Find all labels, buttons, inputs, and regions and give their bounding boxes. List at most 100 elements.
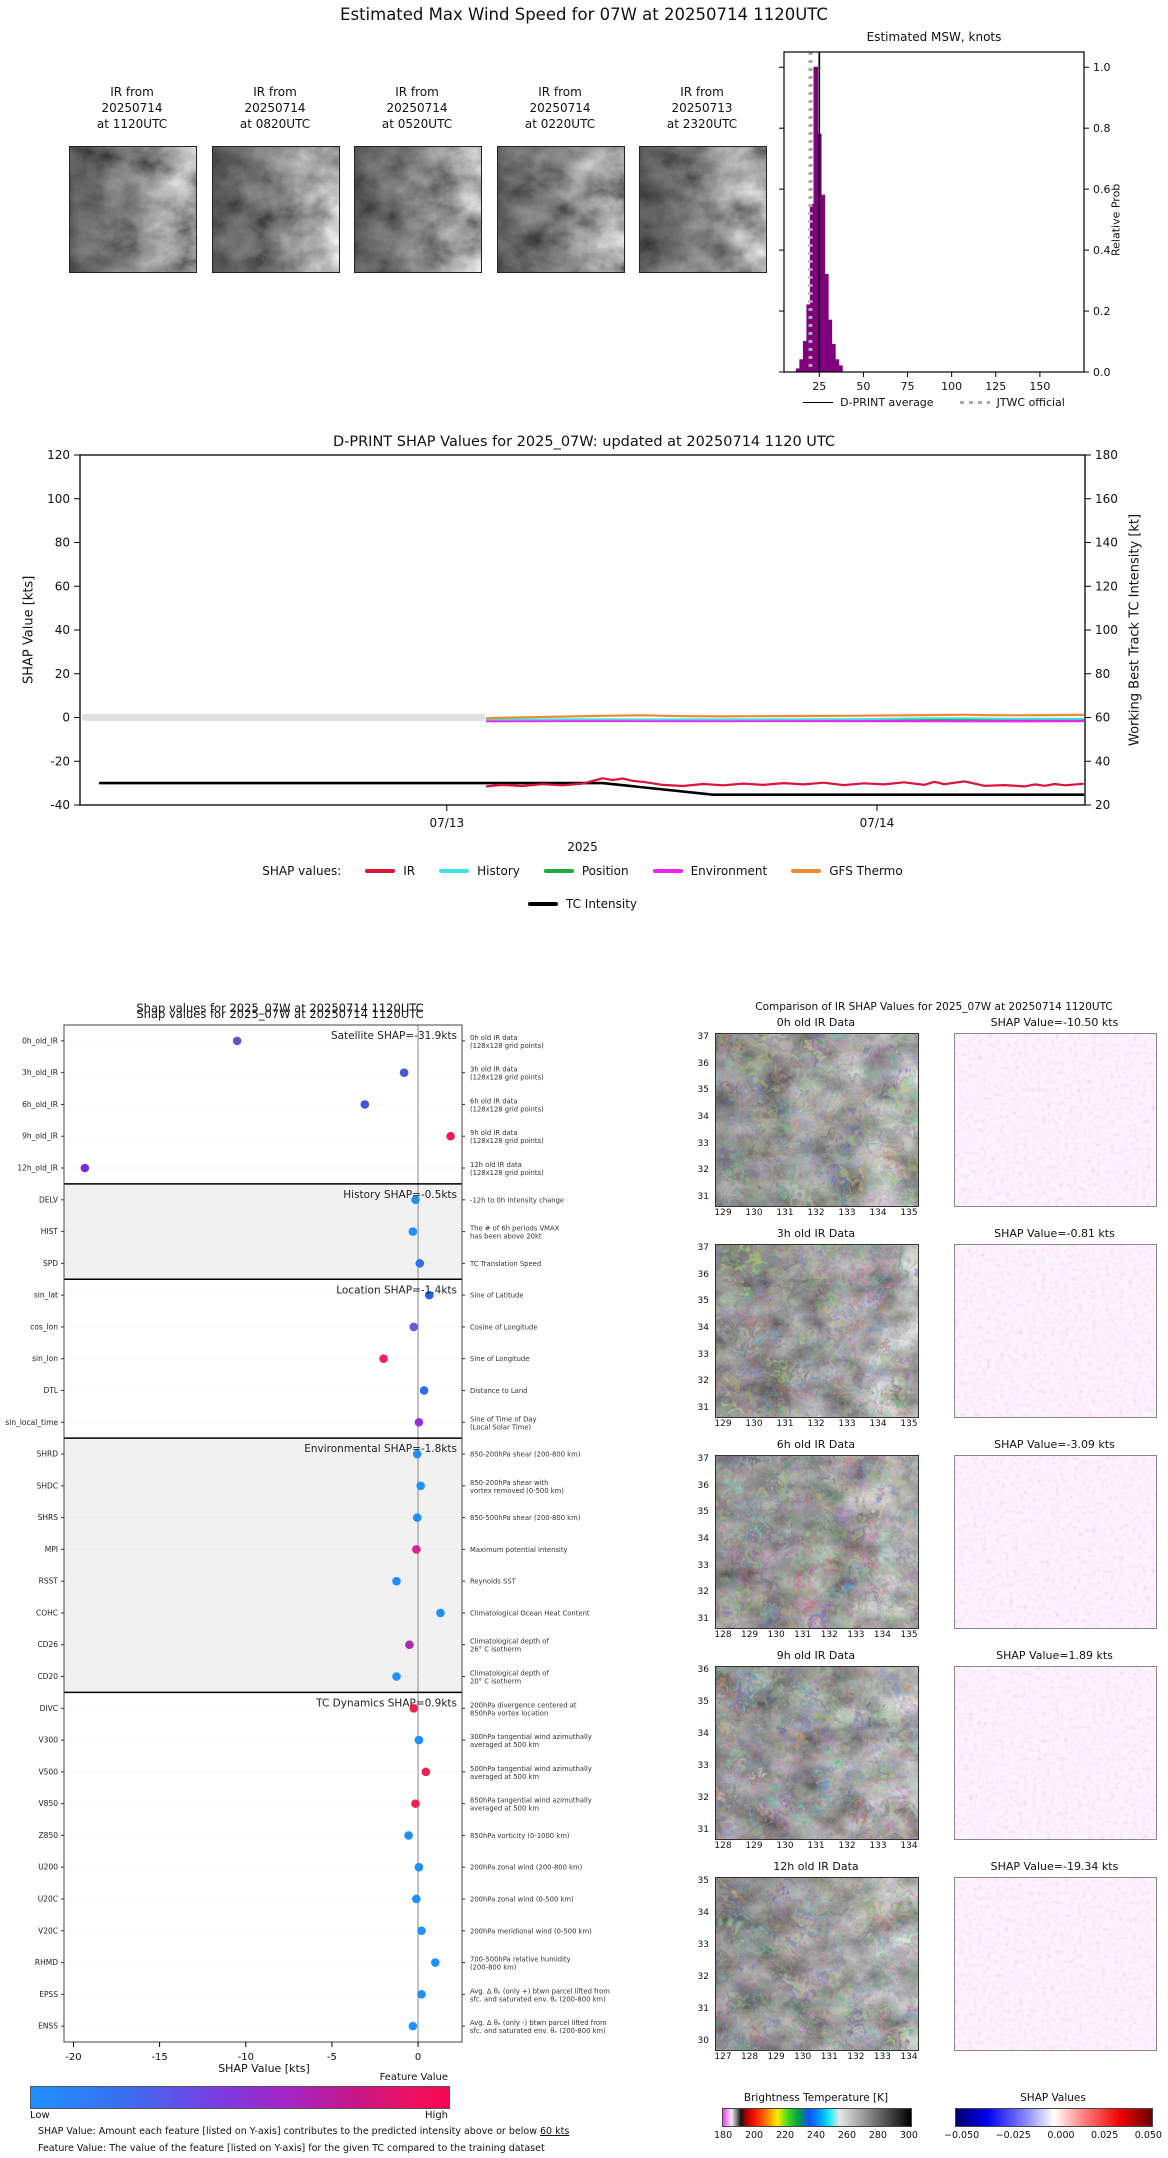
ir-thumbnail-caption: IR from20250714at 0220UTC: [497, 84, 623, 140]
shap-map-title: SHAP Value=-0.81 kts: [954, 1227, 1155, 1240]
ir-data-map: [715, 1033, 919, 1207]
svg-text:20: 20: [1095, 798, 1110, 812]
latitude-ticks: 37363534333231: [686, 1455, 712, 1627]
legend-title: SHAP values:: [262, 864, 341, 878]
shap-map-title: SHAP Value=-10.50 kts: [954, 1016, 1155, 1029]
svg-text:75: 75: [901, 380, 915, 393]
ir-satellite-image: [69, 146, 197, 273]
longitude-ticks: 127128129130131132133134: [715, 2052, 917, 2064]
svg-text:Shap values for 2025_07W at 20: Shap values for 2025_07W at 20250714 112…: [136, 1001, 423, 1015]
ir-map-title: 6h old IR Data: [715, 1438, 917, 1451]
shap-timeseries-plot: 120100806040200-20-401801601401201008060…: [20, 428, 1168, 873]
ir-data-map: [715, 1455, 919, 1629]
histogram-content: 0.00.20.40.60.81.0255075100125150: [779, 52, 1111, 393]
svg-text:60: 60: [1095, 711, 1110, 725]
ir-thumbnail-caption: IR from20250714at 0520UTC: [354, 84, 480, 140]
legend-item-history: History: [439, 864, 520, 878]
comparison-row-6h: 6h old IR Data 37363534333231 1281291301…: [0, 1438, 1168, 1649]
brightness-temperature-colorbar-label: Brightness Temperature [K]: [722, 2092, 910, 2104]
latitude-ticks: 363534333231: [686, 1666, 712, 1838]
svg-text:25: 25: [812, 380, 826, 393]
jtwc-official-dotted-swatch: [960, 401, 990, 405]
svg-text:0: 0: [62, 711, 70, 725]
shap-value-map: [954, 1877, 1157, 2051]
svg-text:125: 125: [985, 380, 1006, 393]
ir-map-title: 3h old IR Data: [715, 1227, 917, 1240]
ir-thumbnail-caption: IR from20250714at 1120UTC: [69, 84, 195, 140]
longitude-ticks: 129130131132133134135: [715, 1208, 917, 1220]
svg-text:140: 140: [1095, 536, 1118, 550]
shap-value-note: SHAP Value: Amount each feature [listed …: [38, 2126, 678, 2137]
ir-thumbnail-2: IR from20250714at 0820UTC: [212, 84, 338, 140]
histogram-ylabel: Relative Prob: [1106, 90, 1126, 350]
svg-text:100: 100: [941, 380, 962, 393]
legend-item-gfs-thermo: GFS Thermo: [791, 864, 903, 878]
ir-thumbnail-caption: IR from20250714at 0820UTC: [212, 84, 338, 140]
svg-text:150: 150: [1029, 380, 1050, 393]
svg-text:60: 60: [55, 579, 70, 593]
legend-item-position: Position: [544, 864, 629, 878]
shap-value-map: [954, 1033, 1157, 1207]
svg-text:180: 180: [1095, 448, 1118, 462]
d-print-dashboard: Estimated Max Wind Speed for 07W at 2025…: [0, 0, 1168, 2158]
feature-value-colorbar: [30, 2086, 450, 2109]
svg-text:20: 20: [55, 667, 70, 681]
ir-data-map: [715, 1877, 919, 2051]
timeseries-ylabel-right: Working Best Track TC Intensity [kt]: [1126, 455, 1144, 805]
svg-text:80: 80: [55, 536, 70, 550]
svg-text:80: 80: [1095, 667, 1110, 681]
svg-text:0.0: 0.0: [1093, 366, 1111, 379]
svg-text:160: 160: [1095, 492, 1118, 506]
timeseries-legend-row2: TC Intensity: [80, 897, 1085, 911]
ir-shap-comparison-title: Comparison of IR SHAP Values for 2025_07…: [700, 1001, 1168, 1013]
svg-text:07/13: 07/13: [430, 816, 465, 830]
timeseries-content: 120100806040200-20-401801601401201008060…: [47, 448, 1118, 830]
legend-item-environment: Environment: [653, 864, 768, 878]
legend-item-dprint-average: D-PRINT average: [803, 396, 933, 409]
shap-values-colorbar-label: SHAP Values: [955, 2092, 1151, 2104]
comparison-row-12h: 12h old IR Data 353433323130 12712812913…: [0, 1860, 1168, 2071]
timeseries-ylabel-left: SHAP Value [kts]: [20, 455, 38, 805]
legend-item-ir: IR: [365, 864, 415, 878]
timeseries-xlabel: 2025: [80, 840, 1085, 854]
svg-text:-40: -40: [50, 798, 70, 812]
svg-text:120: 120: [1095, 579, 1118, 593]
svg-text:120: 120: [47, 448, 70, 462]
svg-text:100: 100: [47, 492, 70, 506]
longitude-ticks: 129130131132133134135: [715, 1419, 917, 1431]
ir-map-title: 12h old IR Data: [715, 1860, 917, 1873]
svg-text:07/14: 07/14: [860, 816, 895, 830]
legend-item-jtwc-official: JTWC official: [960, 396, 1065, 409]
ir-data-map: [715, 1666, 919, 1840]
shap-value-map: [954, 1666, 1157, 1840]
latitude-ticks: 353433323130: [686, 1877, 712, 2049]
ir-thumbnail-3: IR from20250714at 0520UTC: [354, 84, 480, 140]
svg-text:100: 100: [1095, 623, 1118, 637]
longitude-ticks: 128129130131132133134: [715, 1841, 917, 1853]
svg-text:1.0: 1.0: [1093, 61, 1111, 74]
ir-thumbnail-4: IR from20250714at 0220UTC: [497, 84, 623, 140]
timeseries-legend-row1: SHAP values: IR History Position Environmen…: [80, 864, 1085, 878]
shap-map-title: SHAP Value=1.89 kts: [954, 1649, 1155, 1662]
series-TC Intensity: [100, 783, 1083, 795]
dprint-average-line-swatch: [803, 402, 833, 403]
svg-text:40: 40: [55, 623, 70, 637]
brightness-temperature-colorbar: [722, 2108, 912, 2127]
feature-value-note: Feature Value: The value of the feature …: [38, 2143, 678, 2154]
shap-values-colorbar-ticks: −0.050−0.0250.0000.0250.050: [944, 2130, 1162, 2141]
svg-text:50: 50: [856, 380, 870, 393]
comparison-row-9h: 9h old IR Data 363534333231 128129130131…: [0, 1649, 1168, 1860]
page-title: Estimated Max Wind Speed for 07W at 2025…: [0, 5, 1168, 24]
shap-value-map: [954, 1455, 1157, 1629]
feature-value-low-label: Low: [30, 2110, 50, 2121]
ir-satellite-image: [354, 146, 482, 273]
latitude-ticks: 37363534333231: [686, 1033, 712, 1205]
shap-values-colorbar: [955, 2108, 1153, 2127]
ir-map-title: 9h old IR Data: [715, 1649, 917, 1662]
series-History: [487, 718, 1083, 719]
svg-text:40: 40: [1095, 754, 1110, 768]
ir-satellite-image: [497, 146, 625, 273]
shap-map-title: SHAP Value=-3.09 kts: [954, 1438, 1155, 1451]
shap-value-map: [954, 1244, 1157, 1418]
comparison-row-0h: 0h old IR Data 37363534333231 1291301311…: [0, 1016, 1168, 1227]
